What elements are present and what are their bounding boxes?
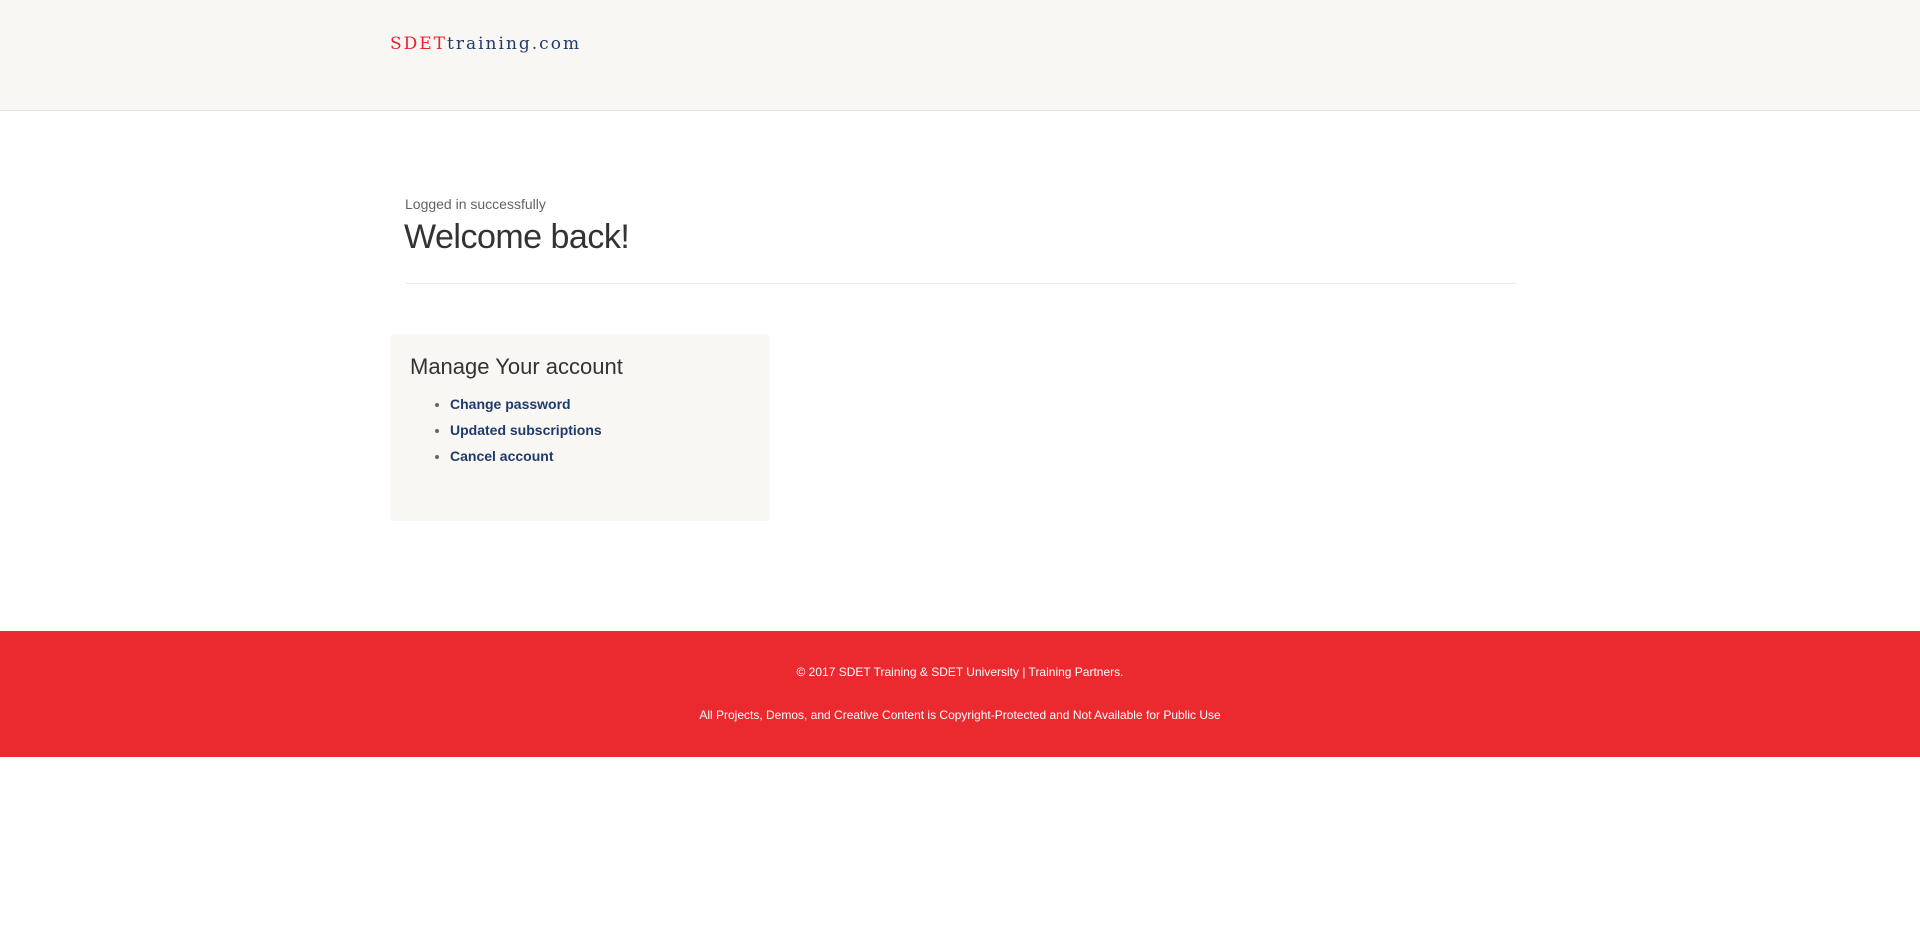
- logo-training-text: training.com: [447, 34, 582, 54]
- account-links-list: Change password Updated subscriptions Ca…: [390, 394, 602, 472]
- manage-account-panel: Manage Your account Change password Upda…: [390, 334, 770, 521]
- list-item: Cancel account: [450, 446, 602, 472]
- list-item: Updated subscriptions: [450, 420, 602, 446]
- cancel-account-link[interactable]: Cancel account: [450, 448, 553, 464]
- site-footer: © 2017 SDET Training & SDET University |…: [0, 631, 1920, 757]
- page-title: Welcome back!: [404, 218, 630, 256]
- manage-account-title: Manage Your account: [410, 354, 623, 379]
- footer-notice: All Projects, Demos, and Creative Conten…: [699, 708, 1221, 722]
- logo-sdet-text: SDET: [390, 34, 448, 54]
- site-logo[interactable]: SDETtraining.com: [390, 34, 581, 54]
- updated-subscriptions-link[interactable]: Updated subscriptions: [450, 422, 602, 438]
- list-item: Change password: [450, 394, 602, 420]
- footer-copyright: © 2017 SDET Training & SDET University |…: [796, 665, 1124, 679]
- heading-divider: [405, 283, 1516, 284]
- login-status-message: Logged in successfully: [405, 196, 546, 212]
- change-password-link[interactable]: Change password: [450, 396, 571, 412]
- site-header: SDETtraining.com: [0, 0, 1920, 111]
